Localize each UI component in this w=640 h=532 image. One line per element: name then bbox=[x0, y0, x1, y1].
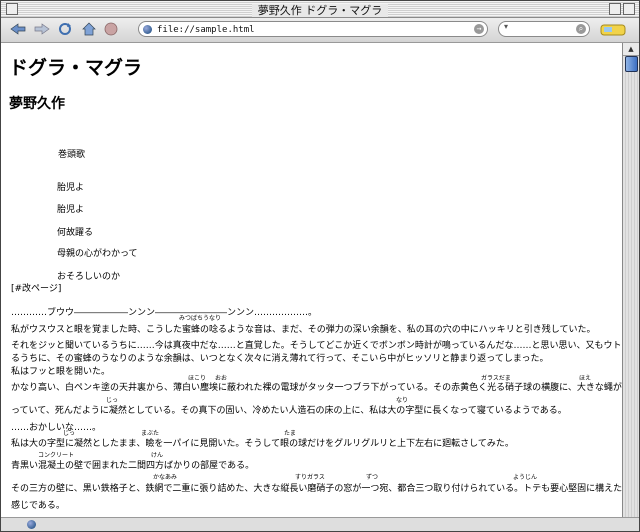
reload-icon[interactable] bbox=[56, 21, 74, 37]
scroll-up-icon[interactable]: ▲ bbox=[623, 43, 639, 56]
status-globe-icon bbox=[27, 520, 36, 529]
search-icon[interactable]: ⌕ bbox=[576, 24, 586, 34]
browser-window: 夢野久作 ドグラ・マグラ file://sample.html → ▾ ⌕ ドグ… bbox=[0, 0, 640, 532]
ruby-text: かなあみ bbox=[153, 474, 178, 481]
zoom-box[interactable] bbox=[609, 3, 621, 15]
body-line: それをジッと聞いているうちに……今は真夜中だな……と直覚した。そうしてどこか近く… bbox=[11, 341, 623, 351]
body-line: …………ブウウ――――――ンンン――――――――ンンン………………。 bbox=[11, 308, 318, 318]
home-icon[interactable] bbox=[80, 21, 98, 37]
body-line: その三方の壁に、黒い鉄格子と、鉄網で二重に張り詰めた、大きな縦長い磨硝子の窓が一… bbox=[11, 484, 623, 494]
stop-icon[interactable] bbox=[102, 21, 120, 37]
page-break-marker: [#改ページ] bbox=[11, 284, 62, 294]
poem-line: 何故躍る bbox=[57, 228, 94, 238]
poem-line: 母親の心がわかって bbox=[57, 249, 138, 259]
scroll-thumb[interactable] bbox=[625, 56, 638, 72]
poem-line: おそろしいのか bbox=[57, 272, 121, 282]
address-bar[interactable]: file://sample.html → bbox=[138, 21, 488, 37]
title-bar[interactable]: 夢野久作 ドグラ・マグラ bbox=[1, 1, 639, 18]
ruby-text: ようじん bbox=[513, 474, 538, 481]
body-line: 私はフッと眼を開いた。 bbox=[11, 367, 111, 377]
body-line: ……おかしいな……。 bbox=[11, 423, 102, 433]
poem-line: 胎児よ bbox=[57, 183, 85, 193]
page-title: ドグラ・マグラ bbox=[9, 57, 143, 79]
search-dropdown-icon[interactable]: ▾ bbox=[504, 22, 508, 31]
ruby-text: すりガラス bbox=[295, 474, 325, 481]
page-content: ドグラ・マグラ 夢野久作 巻頭歌 胎児よ 胎児よ 何故躍る 母親の心がわかって … bbox=[1, 43, 623, 517]
body-line: 私がウスウスと眼を覚ました時、こうした蜜蜂の唸るような音は、まだ、その弾力の深い… bbox=[11, 325, 596, 335]
window-title: 夢野久作 ドグラ・マグラ bbox=[1, 2, 639, 18]
body-line: 感じである。 bbox=[11, 501, 65, 511]
ruby-text: ずつ bbox=[366, 474, 379, 481]
url-text: file://sample.html bbox=[157, 25, 255, 35]
epigraph-heading: 巻頭歌 bbox=[58, 150, 86, 160]
vertical-scrollbar[interactable]: ▲ bbox=[622, 43, 639, 517]
body-line: 私は大の字型に凝然としたまま、瞼を一パイに見開いた。そうして眼の球だけをグルリグ… bbox=[11, 439, 514, 449]
back-icon[interactable] bbox=[9, 21, 27, 37]
go-icon[interactable]: → bbox=[474, 24, 484, 34]
forward-icon[interactable] bbox=[33, 21, 51, 37]
poem-line: 胎児よ bbox=[57, 205, 85, 215]
body-line: 青黒い混凝土の壁で囲まれた二間四方ばかりの部屋である。 bbox=[11, 461, 255, 471]
author-heading: 夢野久作 bbox=[9, 96, 65, 112]
globe-icon bbox=[143, 25, 152, 34]
body-line: るうちに、その蜜蜂のうなりのような余韻は、いつとなく次々に消え薄れて行って、そこ… bbox=[11, 354, 549, 364]
throbber-icon bbox=[600, 22, 626, 36]
body-line: かなり高い、白ペンキ塗の天井裏から、薄白い塵埃に蔽われた裸の電球がタッタ一つブラ… bbox=[11, 383, 623, 393]
ruby-text: みつばちうなり bbox=[179, 315, 222, 322]
body-line: っていて、死んだように凝然としている。その真下の固い、冷めたい人造石の床の上に、… bbox=[11, 406, 567, 416]
toolbar: file://sample.html → ▾ ⌕ bbox=[1, 18, 639, 43]
collapse-box[interactable] bbox=[623, 3, 635, 15]
status-bar bbox=[1, 517, 639, 531]
search-field[interactable]: ▾ ⌕ bbox=[498, 21, 590, 37]
